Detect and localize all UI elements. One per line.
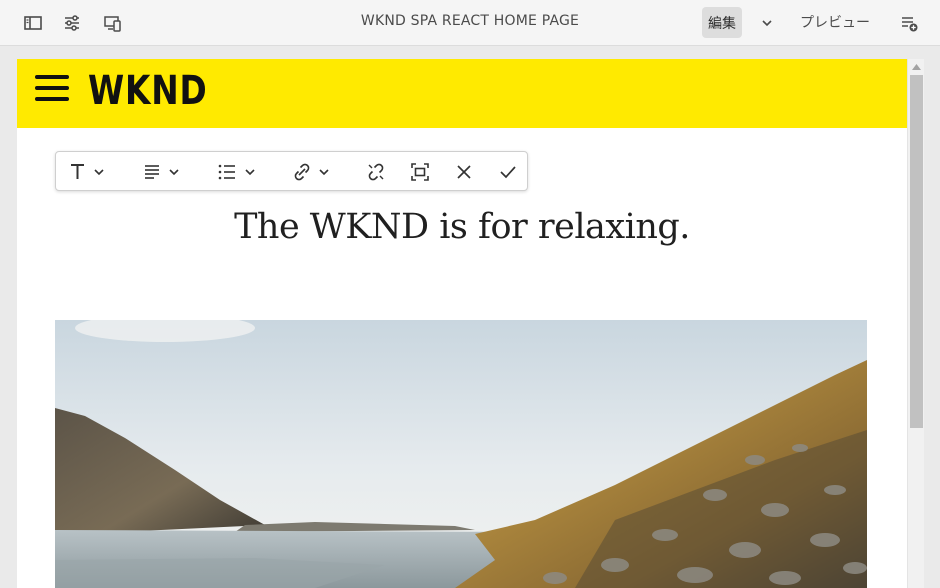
preview-button[interactable]: プレビュー: [800, 12, 870, 32]
edit-mode-button[interactable]: 編集: [702, 7, 742, 38]
list-icon[interactable]: [216, 160, 258, 184]
emulator-icon[interactable]: [101, 11, 125, 35]
page-title: WKND SPA REACT HOME PAGE: [360, 13, 580, 29]
hamburger-menu-icon[interactable]: [35, 75, 69, 101]
justify-icon[interactable]: [142, 160, 182, 184]
page-canvas: WKND The WKND is for relaxing.: [17, 59, 907, 588]
page-properties-icon[interactable]: [60, 11, 84, 35]
lake-mountains-image[interactable]: [55, 320, 867, 588]
vertical-scrollbar[interactable]: [907, 59, 924, 588]
editor-toolbar: WKND SPA REACT HOME PAGE 編集 プレビュー: [0, 0, 940, 46]
save-check-icon[interactable]: [496, 160, 520, 184]
annotations-icon[interactable]: [897, 11, 921, 35]
side-panel-icon[interactable]: [21, 11, 45, 35]
fullscreen-icon[interactable]: [408, 160, 432, 184]
scroll-thumb[interactable]: [910, 75, 923, 428]
hero-title-text[interactable]: The WKND is for relaxing.: [17, 207, 907, 247]
scroll-up-arrow-icon[interactable]: [908, 59, 925, 75]
rich-text-toolbar: [55, 151, 528, 191]
site-header: WKND: [17, 59, 907, 128]
link-icon[interactable]: [290, 160, 332, 184]
paragraph-format-icon[interactable]: [68, 160, 108, 184]
site-logo[interactable]: WKND: [88, 68, 208, 114]
chevron-down-icon[interactable]: [756, 11, 778, 35]
cancel-icon[interactable]: [452, 160, 476, 184]
unlink-icon[interactable]: [364, 160, 388, 184]
